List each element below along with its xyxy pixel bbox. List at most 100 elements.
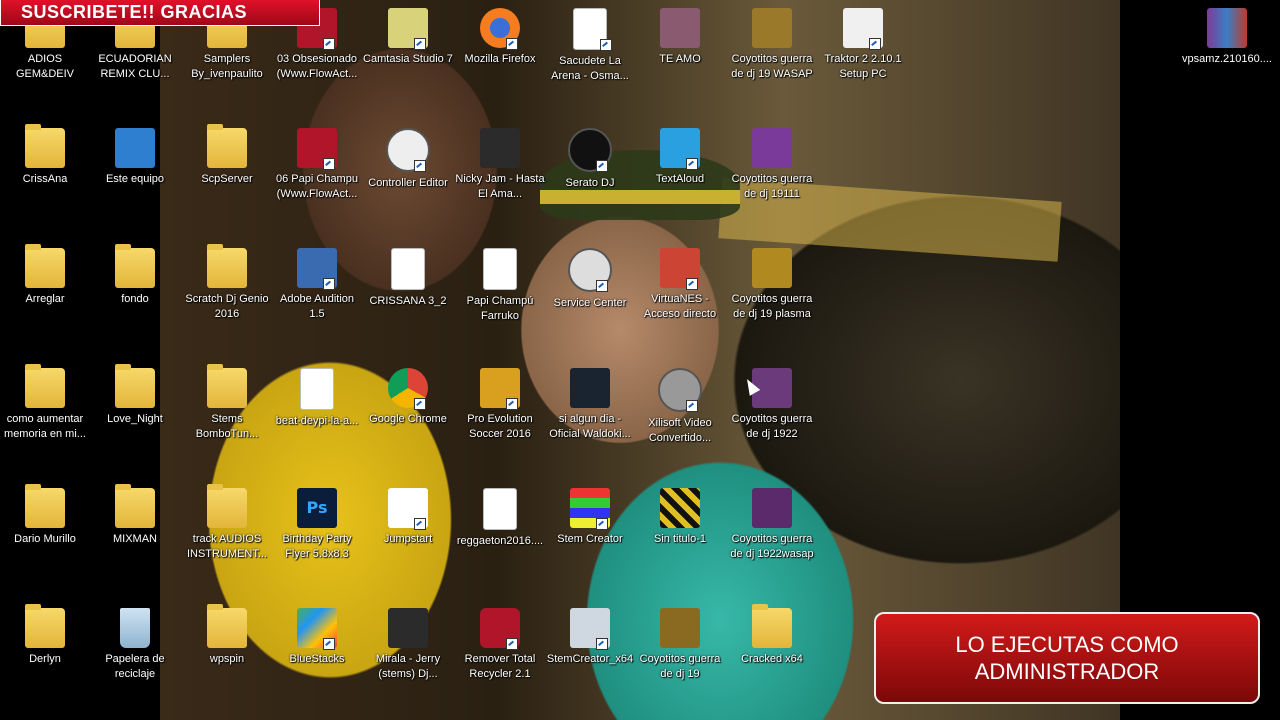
icon-label: 03 Obsesionado (Www.FlowAct... [276, 53, 358, 80]
desktop-icon-camtasia[interactable]: Camtasia Studio 7 [363, 0, 453, 110]
desktop-icon-textaloud[interactable]: TextAloud [635, 120, 725, 230]
desktop-icon-mirala-jerry[interactable]: Mirala - Jerry (stems) Dj... [363, 600, 453, 710]
desktop-icon-coyotitos-wasap[interactable]: Coyotitos guerra de dj 19 WASAP [727, 0, 817, 110]
icon-label: VirtuaNES - Acceso directo [643, 293, 717, 320]
desktop-icon-jumpstart[interactable]: Jumpstart [363, 480, 453, 590]
desktop-icon-te-amo[interactable]: TE AMO [635, 0, 725, 110]
icon-label: TextAloud [655, 173, 705, 185]
icon-label: Serato DJ [565, 177, 615, 189]
mp3-icon [300, 368, 334, 410]
desktop-icon-reggaeton2016[interactable]: reggaeton2016.... [455, 480, 545, 590]
desktop-icon-vpsamz[interactable]: vpsamz.210160.... [1182, 0, 1272, 110]
icon-label: Derlyn [29, 653, 61, 665]
icon-label: MIXMAN [113, 533, 157, 545]
winrar-icon [1207, 8, 1247, 48]
desktop-icon-este-equipo[interactable]: Este equipo [90, 120, 180, 230]
icon-label: Este equipo [105, 173, 165, 185]
desktop-icon-birthday-flyer[interactable]: Ps Birthday Party Flyer 5.8x8.3 [272, 480, 362, 590]
desktop-icon-stemcreator-x64[interactable]: StemCreator_x64 [545, 600, 635, 710]
desktop-icon-google-chrome[interactable]: Google Chrome [363, 360, 453, 470]
icon-label: Traktor 2 2.10.1 Setup PC [824, 53, 902, 80]
icon-label: CRISSANA 3_2 [369, 295, 447, 307]
icon-label: ScpServer [201, 173, 253, 185]
desktop-icon-serato-dj[interactable]: Serato DJ [545, 120, 635, 230]
folder-icon [207, 484, 247, 528]
desktop-icon-nicky-jam[interactable]: Nicky Jam - Hasta El Ama... [455, 120, 545, 230]
textaloud-icon [660, 128, 700, 170]
icon-label: Mirala - Jerry (stems) Dj... [375, 653, 441, 680]
installer-icon [843, 8, 883, 50]
chrome-icon [388, 368, 428, 410]
desktop-icon-dario-murillo[interactable]: Dario Murillo [0, 480, 90, 590]
desktop-icon-fondo[interactable]: fondo [90, 240, 180, 350]
desktop-icon-crissana-mp3[interactable]: CRISSANA 3_2 [363, 240, 453, 350]
desktop-icon-papi-champu-06[interactable]: 06 Papi Champu (Www.FlowAct... [272, 120, 362, 230]
mp3-icon [483, 248, 517, 290]
desktop-icon-derlyn[interactable]: Derlyn [0, 600, 90, 710]
desktop-icon-beat-deypi[interactable]: beat-deypi-la-a... [272, 360, 362, 470]
folder-icon [25, 124, 65, 168]
folder-icon [207, 604, 247, 648]
serato-icon [568, 128, 612, 172]
desktop-icon-traktor[interactable]: Traktor 2 2.10.1 Setup PC [818, 0, 908, 110]
desktop-icon-wpspin[interactable]: wpspin [182, 600, 272, 710]
desktop-icon-xilisoft[interactable]: Xilisoft Video Convertido... [635, 360, 725, 470]
desktop-icon-sacudete[interactable]: Sacudete La Arena - Osma... [545, 0, 635, 110]
desktop-icon-coyotitos-1922wasap[interactable]: Coyotitos guerra de dj 1922wasap [727, 480, 817, 590]
desktop-icon-coyotitos-19111[interactable]: Coyotitos guerra de dj 19111 [727, 120, 817, 230]
icon-label: Scratch Dj Genio 2016 [185, 293, 269, 320]
icon-label: Stems BomboTun... [195, 413, 259, 440]
audition-icon [297, 248, 337, 290]
video-icon [480, 128, 520, 168]
desktop-icon-service-center[interactable]: Service Center [545, 240, 635, 350]
folder-icon [25, 604, 65, 648]
admin-caption-box: LO EJECUTAS COMO ADMINISTRADOR [874, 612, 1260, 704]
icon-label: Love_Night [107, 413, 163, 425]
desktop-icon-virtuanes[interactable]: VirtuaNES - Acceso directo [635, 240, 725, 350]
desktop-icon-stem-creator[interactable]: Stem Creator [545, 480, 635, 590]
admin-caption-text: LO EJECUTAS COMO ADMINISTRADOR [955, 632, 1179, 684]
desktop-icon-papi-champu-farruko[interactable]: Papi Champú Farruko [455, 240, 545, 350]
computer-icon [115, 128, 155, 168]
desktop-icon-love-night[interactable]: Love_Night [90, 360, 180, 470]
icon-label: Sin titulo-1 [654, 533, 706, 545]
image-icon [660, 608, 700, 648]
desktop-icon-recycle-bin[interactable]: Papelera de reciclaje [90, 600, 180, 710]
desktop-icon-scpserver[interactable]: ScpServer [182, 120, 272, 230]
desktop-icon-si-algun-dia[interactable]: si algun dia - Oficial Waldoki... [545, 360, 635, 470]
icon-label: Coyotitos guerra de dj 19 [639, 653, 721, 680]
media-icon [297, 128, 337, 170]
image-icon [752, 128, 792, 168]
icon-label: Service Center [553, 297, 627, 309]
desktop-icon-remover-total-recycler[interactable]: Remover Total Recycler 2.1 [455, 600, 545, 710]
mp3-icon [573, 8, 612, 51]
desktop-icon-mixman[interactable]: MIXMAN [90, 480, 180, 590]
desktop-icon-arreglar[interactable]: Arreglar [0, 240, 90, 350]
icon-label: BlueStacks [289, 653, 345, 665]
desktop-icon-controller-editor[interactable]: Controller Editor [363, 120, 453, 230]
stem-creator-icon [570, 488, 610, 530]
desktop-icon-crissana[interactable]: CrissAna [0, 120, 90, 230]
folder-icon [25, 484, 65, 528]
icon-label: Coyotitos guerra de dj 1922wasap [730, 533, 814, 560]
desktop-icon-stems-bombotun[interactable]: Stems BomboTun... [182, 360, 272, 470]
controller-icon [386, 128, 430, 172]
desktop-icon-coyotitos-1922[interactable]: Coyotitos guerra de dj 1922 [727, 360, 817, 470]
desktop-icon-scratch-dj[interactable]: Scratch Dj Genio 2016 [182, 240, 272, 350]
desktop-icon-coyotitos-plasma[interactable]: Coyotitos guerra de dj 19 plasma [727, 240, 817, 350]
desktop-icon-bluestacks[interactable]: BlueStacks [272, 600, 362, 710]
icon-label: beat-deypi-la-a... [275, 415, 359, 427]
desktop-icon-adobe-audition[interactable]: Adobe Audition 1.5 [272, 240, 362, 350]
subscribe-banner: SUSCRIBETE!! GRACIAS [0, 0, 320, 26]
desktop-icon-pes-2016[interactable]: Pro Evolution Soccer 2016 [455, 360, 545, 470]
icon-label: wpspin [209, 653, 245, 665]
folder-icon [25, 244, 65, 288]
icon-label: reggaeton2016.... [456, 535, 544, 547]
desktop-icon-sin-titulo[interactable]: Sin titulo-1 [635, 480, 725, 590]
desktop-icon-track-audios[interactable]: track AUDIOS INSTRUMENT... [182, 480, 272, 590]
desktop-icon-firefox[interactable]: Mozilla Firefox [455, 0, 545, 110]
desktop-icon-cracked-x64[interactable]: Cracked x64 [727, 600, 817, 710]
desktop-icon-aumentar-memoria[interactable]: como aumentar memoria en mi... [0, 360, 90, 470]
desktop-icon-coyotitos-19[interactable]: Coyotitos guerra de dj 19 [635, 600, 725, 710]
icon-label: ADIOS GEM&DEIV [15, 53, 75, 80]
